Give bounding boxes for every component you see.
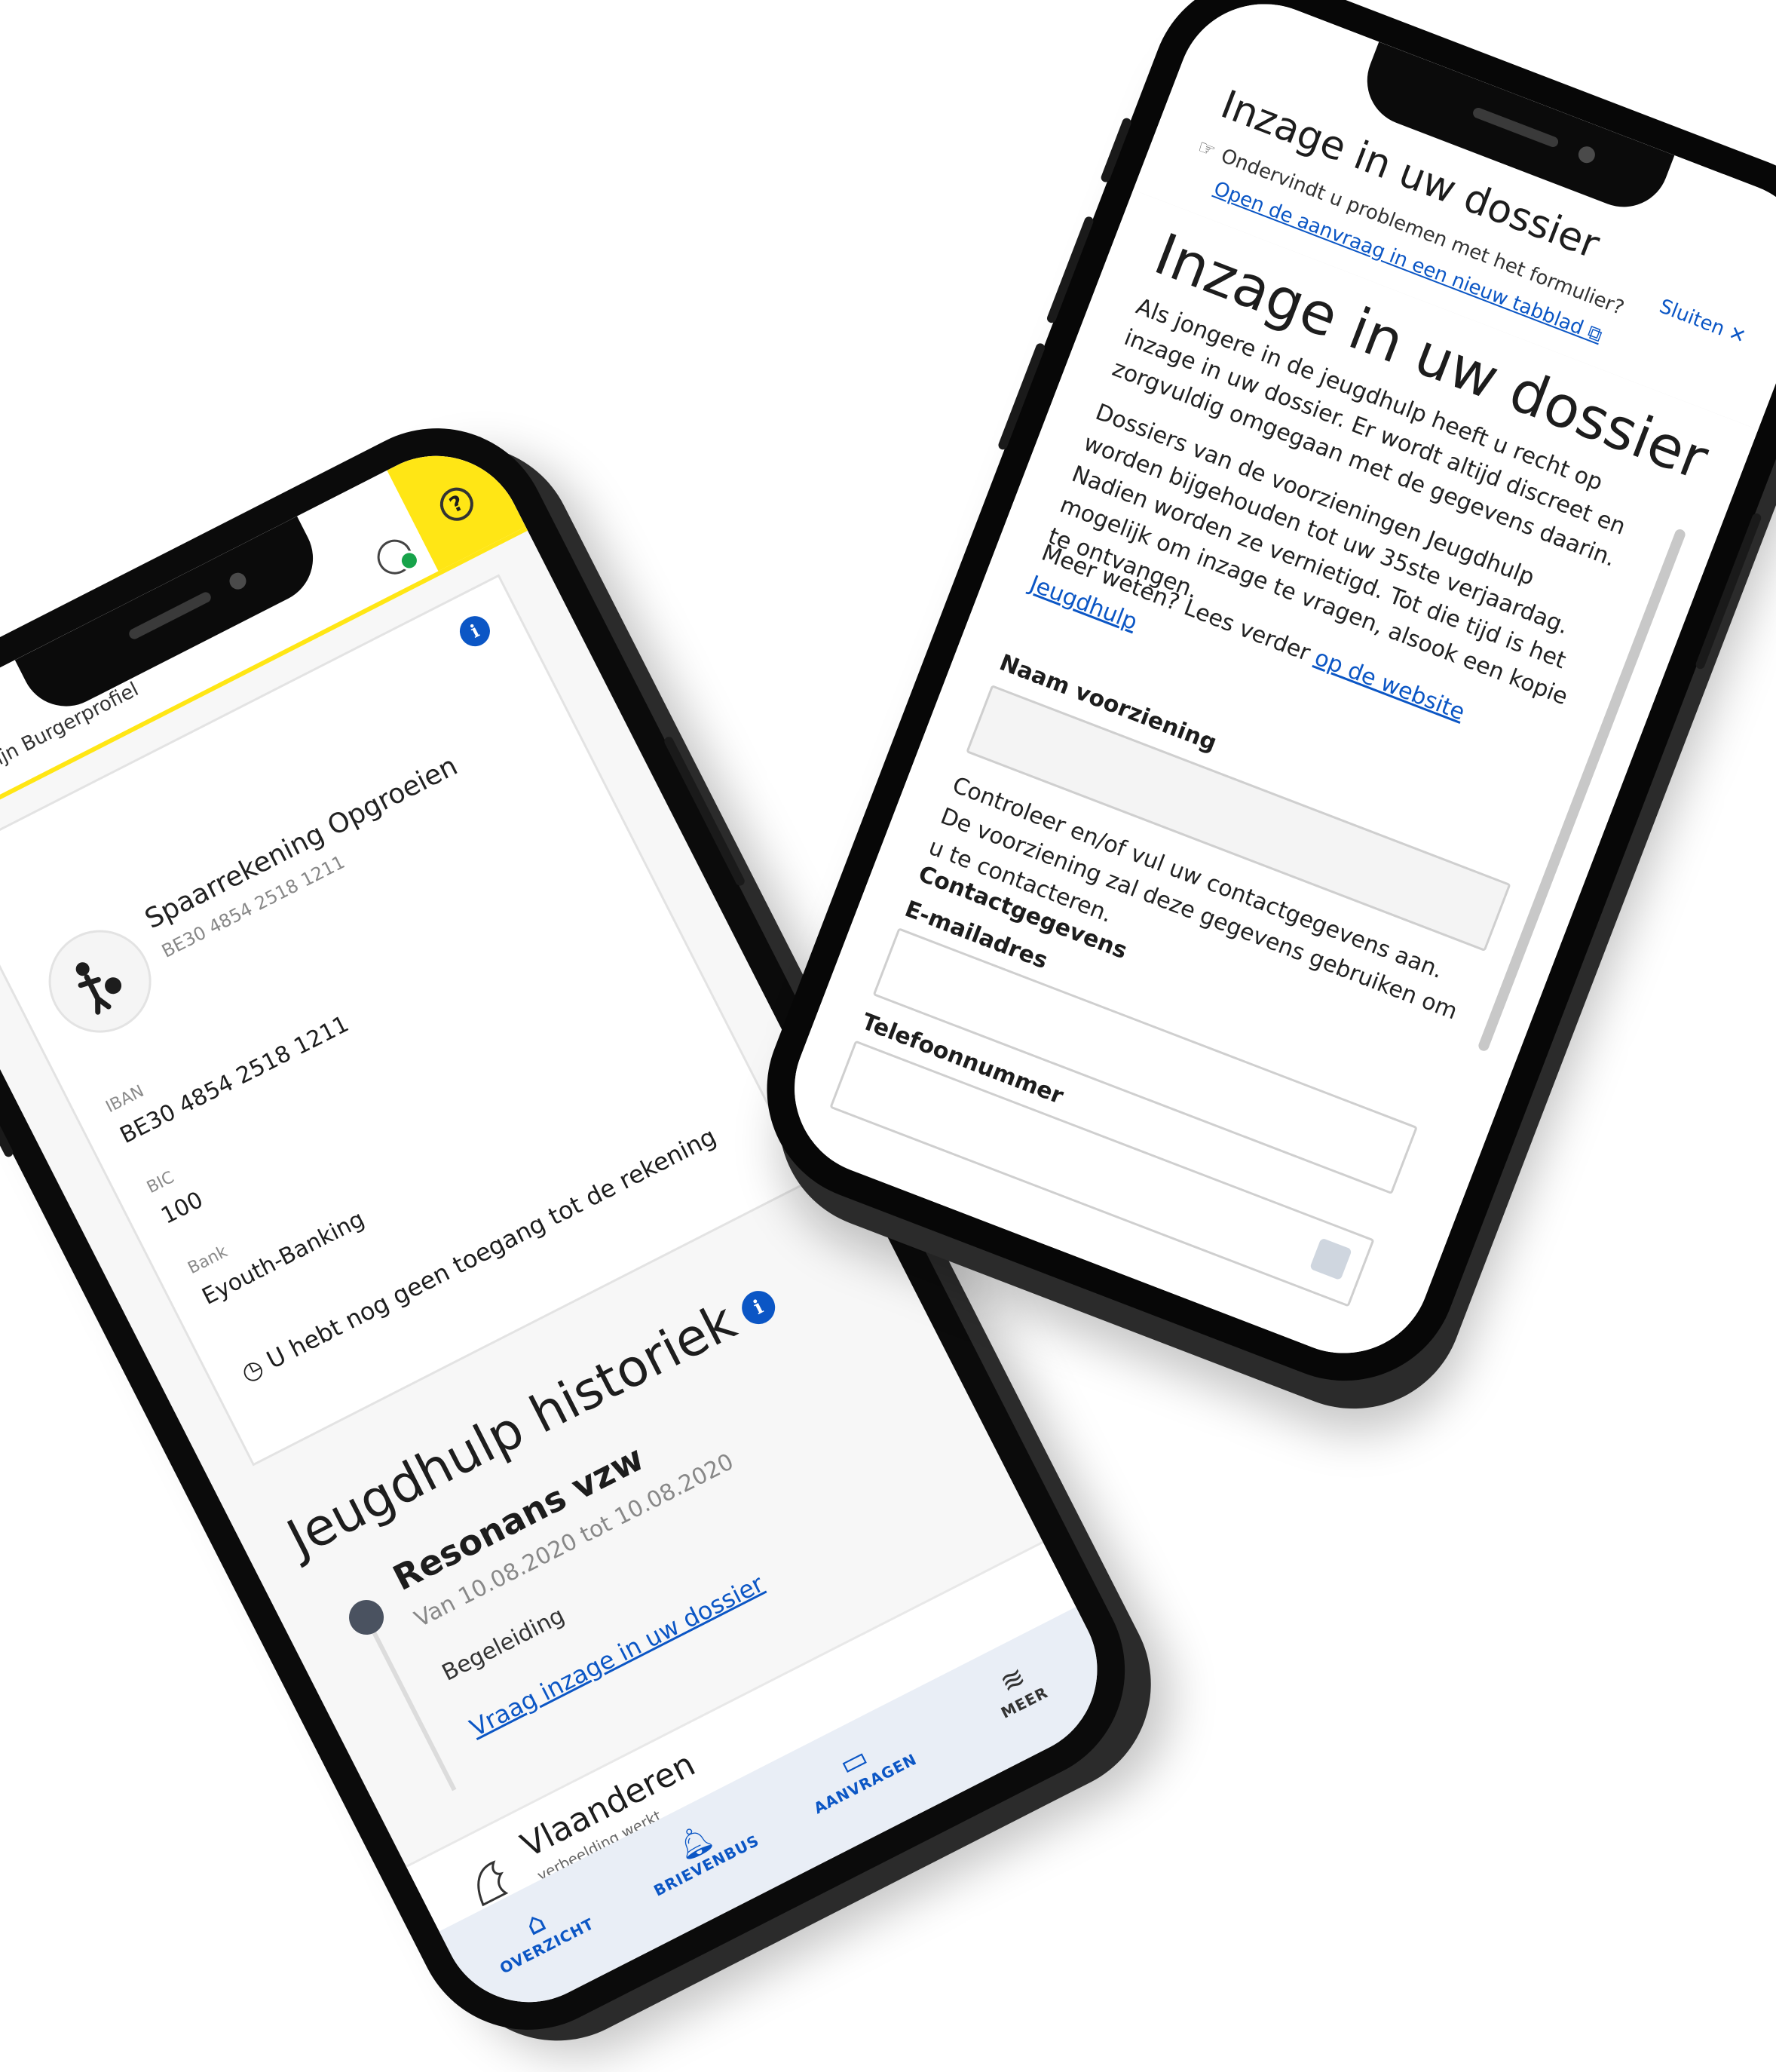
- child-figure-icon: [75, 962, 122, 1015]
- pointer-hand-icon: ☞: [1194, 135, 1219, 164]
- close-button[interactable]: Sluiten ✕: [1656, 295, 1749, 348]
- iban-value: BE30 4854 2518 1211: [115, 1010, 354, 1150]
- right-phone: Inzage in uw dossier Sluiten ✕ ☞Ondervin…: [733, 0, 1776, 1414]
- country-picker-icon[interactable]: [1309, 1237, 1352, 1281]
- bic-value: 100: [157, 1186, 208, 1230]
- account-name: Spaarrekening Opgroeien: [139, 750, 463, 936]
- timeline-dot: [343, 1594, 390, 1641]
- iban-label: IBAN: [103, 1081, 148, 1117]
- question-circle-icon: ?: [434, 482, 479, 527]
- account-avatar: [31, 912, 170, 1051]
- clock-icon: ◷: [236, 1352, 268, 1388]
- timeline-line: [363, 1614, 457, 1792]
- bic-label: BIC: [143, 1168, 178, 1198]
- info-icon[interactable]: i: [455, 611, 495, 652]
- profile-avatar-icon[interactable]: [371, 533, 418, 581]
- info-icon[interactable]: i: [736, 1285, 781, 1331]
